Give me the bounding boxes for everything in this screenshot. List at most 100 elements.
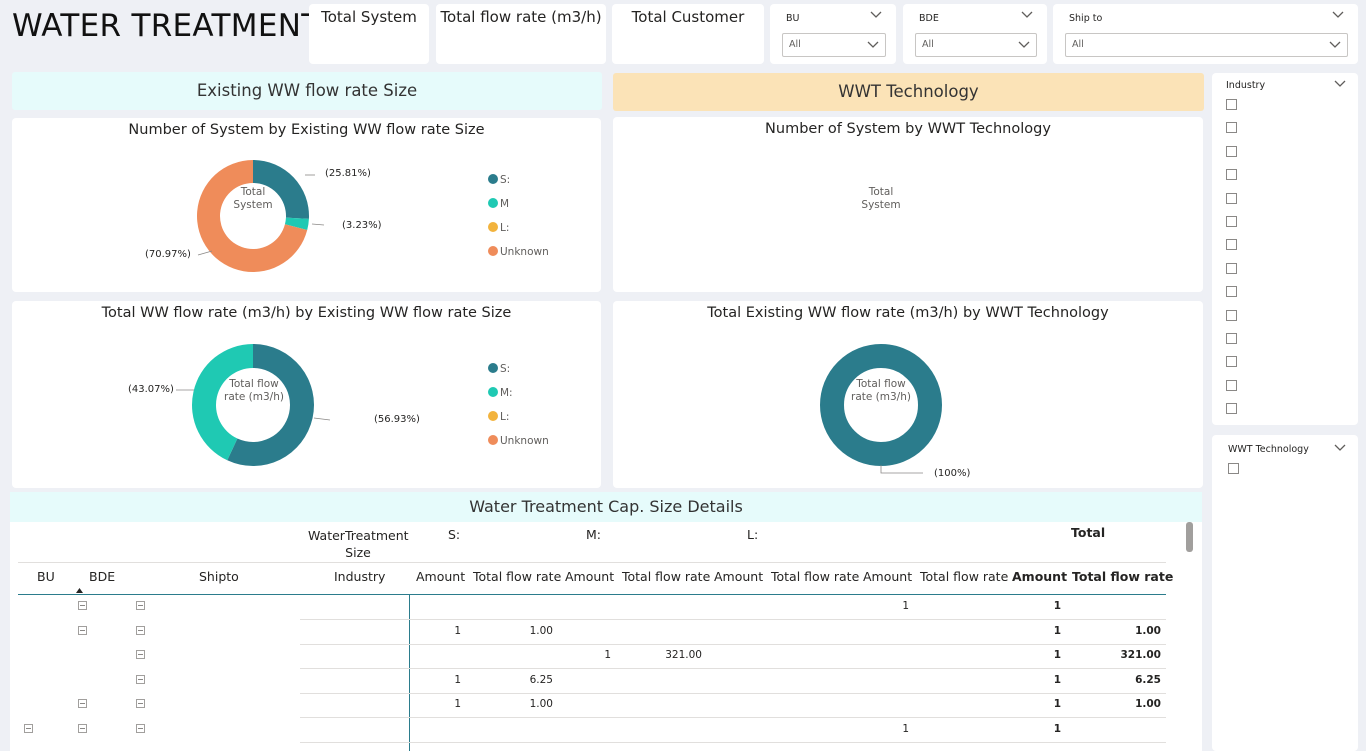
- kpi-total-customer[interactable]: Total Customer: [612, 4, 764, 64]
- collapse-icon[interactable]: [78, 601, 87, 610]
- bde-dropdown-value: All: [922, 39, 934, 50]
- checkbox[interactable]: [1228, 463, 1239, 474]
- legend-item-m[interactable]: M:: [488, 387, 513, 399]
- collapse-icon[interactable]: [78, 625, 87, 635]
- header-shipto[interactable]: Shipto: [199, 569, 239, 584]
- chevron-down-icon[interactable]: [1334, 444, 1346, 452]
- leader-line: [313, 417, 331, 421]
- checkbox[interactable]: [1226, 145, 1237, 157]
- legend-item-l[interactable]: L:: [488, 222, 509, 234]
- header-flow-rate[interactable]: Total flow rate: [920, 569, 1008, 584]
- checkbox[interactable]: [1226, 286, 1237, 298]
- legend-item-s[interactable]: S:: [488, 363, 510, 375]
- chevron-down-icon[interactable]: [1334, 80, 1346, 88]
- ship-to-slicer: Ship to All: [1053, 4, 1358, 64]
- column-group-m[interactable]: M:: [586, 527, 601, 542]
- header-flow-rate-total[interactable]: Total flow rate: [1072, 569, 1173, 584]
- header-amount[interactable]: Amount: [565, 569, 614, 584]
- table-cell: 6.25: [1135, 673, 1161, 686]
- checkbox[interactable]: [1226, 262, 1237, 274]
- legend-item-l[interactable]: L:: [488, 411, 509, 423]
- table-cell: 6.25: [529, 673, 553, 686]
- checkbox[interactable]: [1226, 192, 1237, 204]
- checkbox[interactable]: [1226, 379, 1237, 391]
- legend-item-unknown[interactable]: Unknown: [488, 246, 549, 258]
- chevron-down-icon[interactable]: [1332, 10, 1344, 20]
- divider: [18, 562, 1166, 563]
- header-industry[interactable]: Industry: [334, 569, 385, 584]
- collapse-icon[interactable]: [136, 674, 145, 684]
- collapse-icon[interactable]: [136, 601, 145, 610]
- ship-to-slicer-label: Ship to: [1069, 13, 1103, 24]
- donut-chart-system-by-technology[interactable]: Number of System by WWT Technology Total…: [613, 117, 1203, 292]
- collapse-icon[interactable]: [78, 723, 87, 733]
- ship-to-dropdown-value: All: [1072, 39, 1084, 50]
- sort-ascending-icon[interactable]: [76, 588, 83, 593]
- header-flow-rate[interactable]: Total flow rate: [473, 569, 561, 584]
- column-group-l[interactable]: L:: [747, 527, 758, 542]
- header-amount[interactable]: Amount: [416, 569, 465, 584]
- collapse-icon[interactable]: [24, 723, 33, 733]
- legend-item-m[interactable]: M: [488, 198, 509, 210]
- table-cell: 1: [902, 722, 909, 735]
- wwt-technology-slicer: WWT Technology: [1212, 435, 1358, 751]
- donut-chart-flow-by-size[interactable]: Total WW flow rate (m3/h) by Existing WW…: [12, 301, 601, 488]
- header-amount[interactable]: Amount: [863, 569, 912, 584]
- table-cell: 321.00: [1120, 649, 1161, 661]
- chevron-down-icon[interactable]: [1021, 10, 1033, 20]
- legend-label: Unknown: [500, 435, 549, 447]
- column-group-s[interactable]: S:: [448, 527, 460, 542]
- collapse-icon[interactable]: [136, 625, 145, 635]
- collapse-icon[interactable]: [136, 723, 145, 733]
- chevron-down-icon[interactable]: [870, 10, 882, 20]
- collapse-icon[interactable]: [136, 650, 145, 659]
- header-flow-rate[interactable]: Total flow rate: [771, 569, 859, 584]
- ship-to-dropdown[interactable]: All: [1065, 33, 1348, 57]
- checkbox[interactable]: [1226, 169, 1237, 181]
- page-title: WATER TREATMENT: [12, 8, 321, 44]
- donut-slice[interactable]: [820, 344, 942, 466]
- checkbox[interactable]: [1226, 122, 1237, 134]
- data-label: (25.81%): [325, 168, 371, 179]
- industry-slicer: Industry: [1212, 73, 1358, 425]
- header-bu[interactable]: BU: [37, 569, 55, 584]
- checkbox[interactable]: [1226, 216, 1237, 227]
- header-bde[interactable]: BDE: [89, 569, 115, 584]
- column-group-total[interactable]: Total: [1071, 525, 1105, 540]
- donut-chart-system-by-size[interactable]: Number of System by Existing WW flow rat…: [12, 118, 601, 292]
- row-divider: [300, 668, 1166, 669]
- kpi-total-flow-rate[interactable]: Total flow rate (m3/h): [436, 4, 606, 64]
- wwt-technology-slicer-label: WWT Technology: [1228, 444, 1309, 455]
- table-cell: 1: [1053, 624, 1061, 637]
- legend-item-s[interactable]: S:: [488, 174, 510, 186]
- checkbox[interactable]: [1226, 356, 1237, 368]
- bu-dropdown[interactable]: All: [782, 33, 886, 57]
- section-header-ww-flow-size: Existing WW flow rate Size: [12, 72, 602, 110]
- collapse-icon[interactable]: [78, 699, 87, 708]
- donut-chart-flow-by-technology[interactable]: Total Existing WW flow rate (m3/h) by WW…: [613, 301, 1203, 488]
- bu-slicer-label: BU: [786, 13, 800, 24]
- leader-line: [311, 223, 325, 226]
- section-header-wwt-technology: WWT Technology: [613, 73, 1204, 111]
- legend-label: L:: [500, 222, 510, 234]
- header-flow-rate[interactable]: Total flow rate: [622, 569, 710, 584]
- bde-dropdown[interactable]: All: [915, 33, 1037, 57]
- legend-item-unknown[interactable]: Unknown: [488, 435, 549, 447]
- checkbox[interactable]: [1226, 99, 1237, 110]
- kpi-total-system[interactable]: Total System: [309, 4, 429, 64]
- legend-label: M:: [500, 387, 513, 399]
- vertical-scrollbar[interactable]: [1186, 522, 1193, 552]
- donut-center-label: Total System: [861, 186, 901, 211]
- legend-dot: [488, 387, 498, 397]
- table-cell: 1: [1053, 649, 1061, 661]
- legend-label: M: [500, 198, 510, 210]
- collapse-icon[interactable]: [136, 699, 145, 708]
- checkbox[interactable]: [1226, 309, 1237, 321]
- checkbox[interactable]: [1226, 239, 1237, 251]
- table-cell: 1: [1053, 673, 1061, 686]
- checkbox[interactable]: [1226, 403, 1237, 415]
- header-amount-total[interactable]: Amount: [1012, 569, 1067, 584]
- header-amount[interactable]: Amount: [714, 569, 763, 584]
- checkbox[interactable]: [1226, 333, 1237, 344]
- data-label: (70.97%): [145, 249, 191, 260]
